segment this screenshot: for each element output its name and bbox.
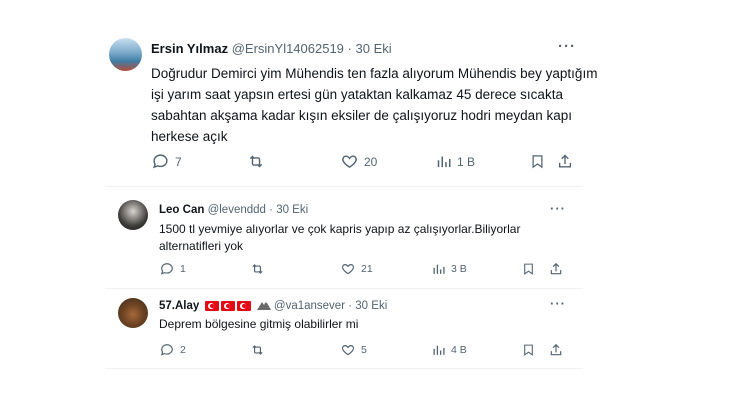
tweet-date[interactable]: 30 Eki — [276, 204, 308, 216]
reply-count: 2 — [180, 344, 186, 356]
views-button[interactable]: 1 B — [436, 153, 475, 170]
tweet-date[interactable]: 30 Eki — [356, 41, 392, 56]
tweet-text: Doğrudur Demirci yim Mühendis ten fazla … — [151, 66, 598, 144]
reply-button[interactable]: 7 — [152, 153, 182, 170]
divider — [105, 288, 583, 289]
retweet-button[interactable] — [250, 262, 265, 276]
reply-button[interactable]: 2 — [160, 343, 186, 357]
views-button[interactable]: 4 B — [432, 343, 467, 357]
flag-icon — [205, 300, 253, 312]
author-handle[interactable]: @va1ansever — [274, 300, 345, 312]
view-count: 1 B — [457, 154, 476, 169]
heart-icon — [341, 264, 355, 275]
tweet-date[interactable]: 30 Eki — [355, 300, 387, 312]
share-button[interactable] — [557, 153, 573, 170]
retweet-button[interactable] — [247, 153, 265, 170]
retweet-button[interactable] — [250, 343, 265, 357]
share-button[interactable] — [549, 343, 563, 357]
share-icon — [550, 343, 562, 356]
view-count: 3 B — [451, 263, 467, 275]
separator-dot: · — [348, 300, 353, 313]
reply-icon — [160, 263, 173, 275]
more-options-icon[interactable]: ··· — [558, 38, 576, 55]
share-icon — [550, 262, 562, 275]
bookmark-icon — [532, 155, 543, 169]
bookmark-icon — [524, 344, 533, 356]
retweet-icon — [252, 345, 263, 355]
separator-dot: · — [269, 204, 273, 216]
share-button[interactable] — [549, 262, 563, 276]
reply-icon — [160, 344, 173, 356]
analytics-icon — [433, 264, 445, 274]
author-handle[interactable]: @ErsinYl14062519 — [232, 41, 344, 56]
divider — [105, 368, 583, 369]
author-handle[interactable]: @levenddd — [208, 204, 266, 216]
more-options-icon[interactable]: ··· — [550, 296, 566, 311]
flag-icon — [205, 301, 220, 311]
like-button[interactable]: 21 — [341, 262, 373, 276]
like-button[interactable]: 5 — [341, 343, 367, 357]
heart-icon — [341, 345, 355, 356]
avatar[interactable] — [109, 38, 142, 71]
reply-count: 7 — [175, 154, 182, 169]
like-count: 20 — [364, 154, 378, 169]
bookmark-button[interactable] — [530, 153, 545, 170]
analytics-icon — [433, 345, 445, 355]
like-count: 5 — [361, 344, 367, 356]
avatar[interactable] — [118, 298, 148, 328]
separator-dot: · — [347, 41, 352, 56]
bookmark-button[interactable] — [522, 262, 535, 276]
heart-icon — [342, 155, 357, 169]
reply-count: 1 — [180, 263, 186, 275]
divider — [105, 186, 583, 187]
mountain-icon — [256, 299, 271, 313]
avatar[interactable] — [118, 200, 148, 230]
view-count: 4 B — [451, 344, 467, 356]
reply-button[interactable]: 1 — [160, 262, 186, 276]
author-name[interactable]: Ersin Yılmaz — [151, 41, 228, 56]
more-options-icon[interactable]: ··· — [550, 201, 566, 216]
analytics-icon — [437, 156, 451, 168]
author-name[interactable]: 57.Alay — [159, 300, 199, 312]
tweet-text: 1500 tl yevmiye alıyorlar ve çok kapris … — [159, 222, 521, 253]
flag-icon — [221, 301, 236, 311]
like-button[interactable]: 20 — [341, 153, 377, 170]
bookmark-button[interactable] — [522, 343, 535, 357]
author-name[interactable]: Leo Can — [159, 204, 204, 216]
retweet-icon — [252, 264, 263, 274]
retweet-icon — [249, 155, 263, 168]
tweet-text: Deprem bölgesine gitmiş olabilirler mi — [159, 317, 359, 331]
bookmark-icon — [524, 263, 533, 275]
reply-icon — [152, 154, 168, 169]
flag-icon — [237, 301, 252, 311]
like-count: 21 — [361, 263, 373, 275]
views-button[interactable]: 3 B — [432, 262, 467, 276]
share-icon — [559, 154, 571, 168]
